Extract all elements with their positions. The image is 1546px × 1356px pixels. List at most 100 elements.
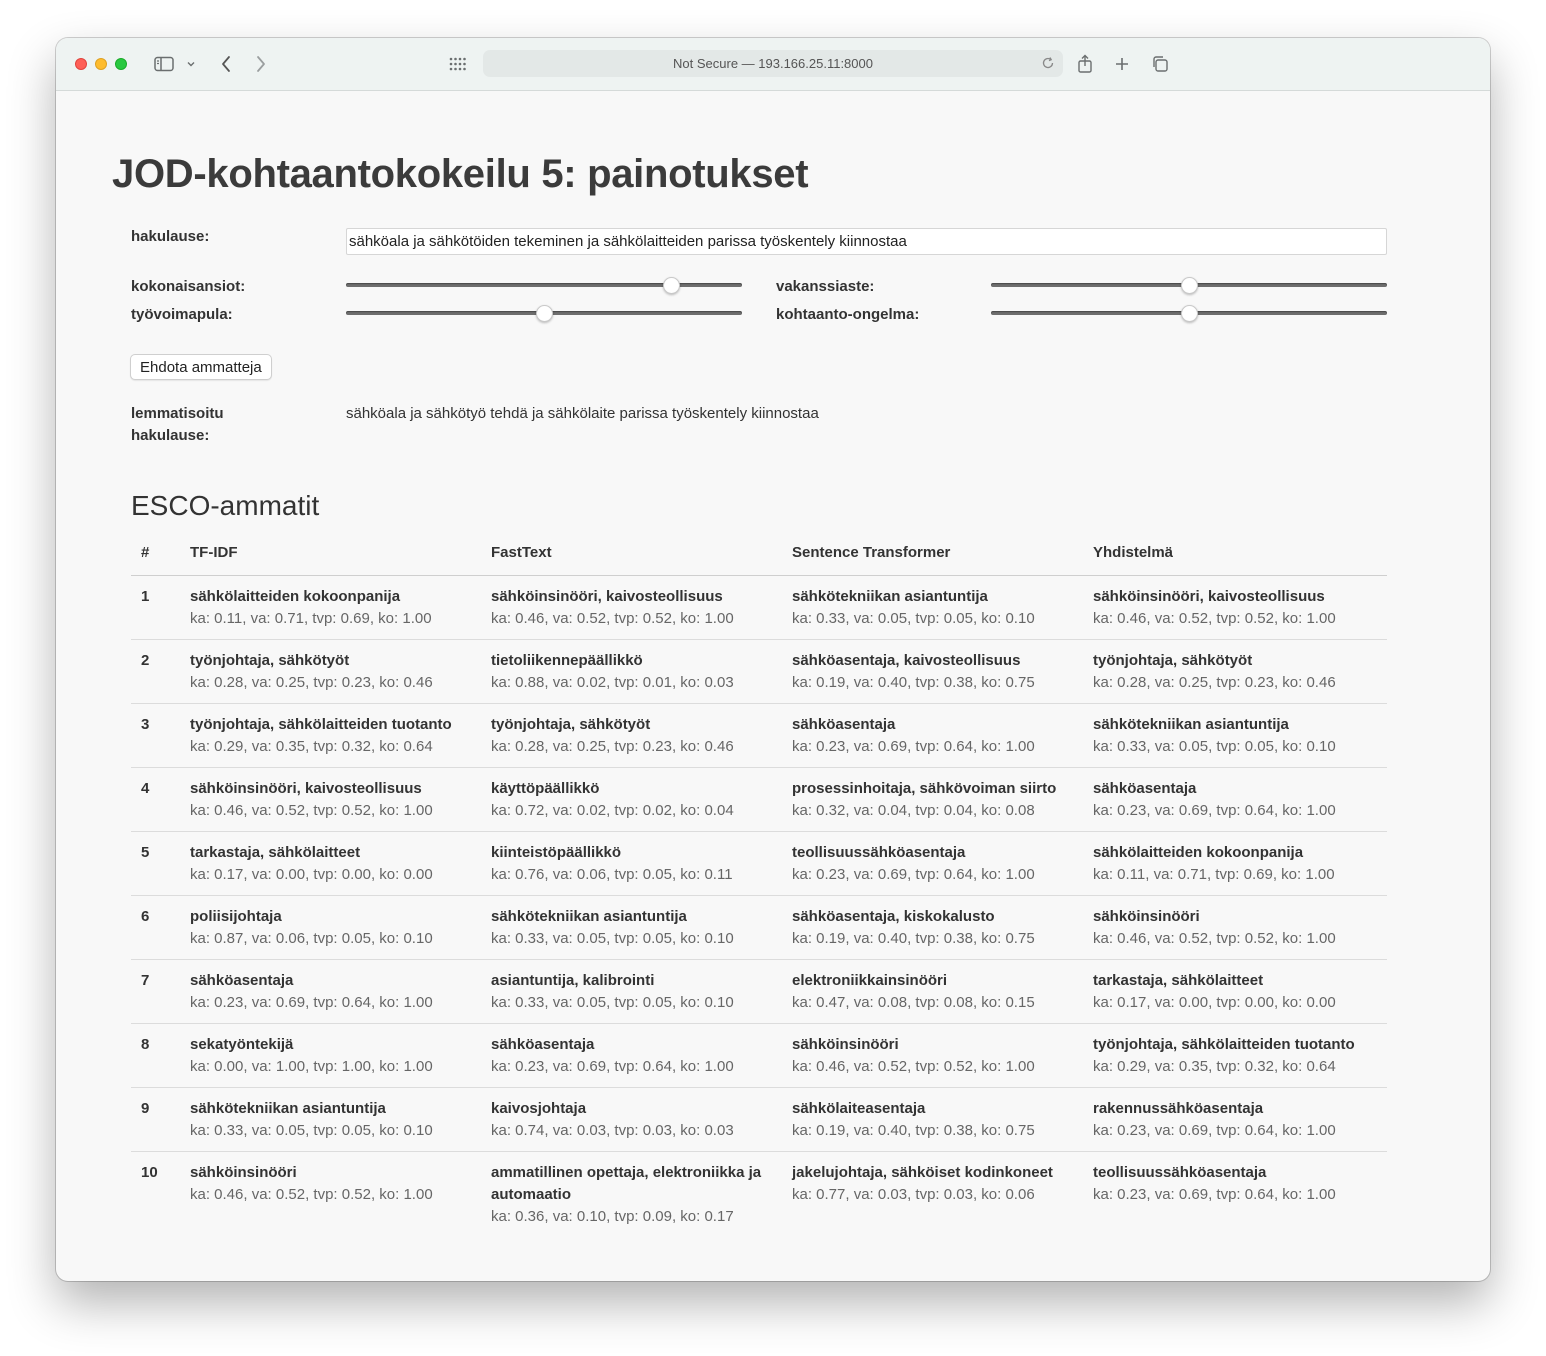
cell-tfidf: sähkölaitteiden kokoonpanija ka: 0.11, va… xyxy=(190,575,491,640)
cell-tfidf: sähköinsinööri ka: 0.46, va: 0.52, tvp: 0… xyxy=(190,1151,491,1237)
occupation-name: sähkölaitteiden kokoonpanija xyxy=(1093,843,1304,861)
table-row: 7 sähköasentaja ka: 0.23, va: 0.69, tvp: 0… xyxy=(131,959,1387,1024)
slider-tyovoimapula[interactable] xyxy=(346,304,742,324)
occupation-scores: ka: 0.46, va: 0.52, tvp: 0.52, ko: 1.00 xyxy=(491,609,734,627)
browser-toolbar: Not Secure — 193.166.25.11:8000 xyxy=(56,38,1490,91)
browser-window: Not Secure — 193.166.25.11:8000 JOD-koht… xyxy=(56,38,1490,1281)
cell-sentence-transformer: prosessinhoitaja, sähkövoiman siirto ka: … xyxy=(792,767,1093,832)
share-icon[interactable] xyxy=(1075,52,1095,76)
occupation-name: käyttöpäällikkö xyxy=(491,779,600,797)
occupation-name: sähköasentaja xyxy=(491,1035,595,1053)
occupation-scores: ka: 0.33, va: 0.05, tvp: 0.05, ko: 0.10 xyxy=(190,1121,433,1139)
cell-yhdistelma: tarkastaja, sähkölaitteet ka: 0.17, va: 0… xyxy=(1093,959,1387,1024)
occupation-name: sähkötekniikan asiantuntija xyxy=(792,587,988,605)
occupation-name: tarkastaja, sähkölaitteet xyxy=(190,843,361,861)
cell-sentence-transformer: sähköasentaja, kiskokalusto ka: 0.19, va:… xyxy=(792,895,1093,960)
occupation-name: sähkölaitteiden kokoonpanija xyxy=(190,587,401,605)
slider-track[interactable] xyxy=(346,283,742,287)
occupation-name: teollisuussähköasentaja xyxy=(792,843,966,861)
occupation-scores: ka: 0.47, va: 0.08, tvp: 0.08, ko: 0.15 xyxy=(792,993,1035,1011)
cell-sentence-transformer: sähköinsinööri ka: 0.46, va: 0.52, tvp: 0… xyxy=(792,1023,1093,1088)
occupation-name: prosessinhoitaja, sähkövoiman siirto xyxy=(792,779,1057,797)
table-row: 1 sähkölaitteiden kokoonpanija ka: 0.11, v… xyxy=(131,575,1387,640)
occupation-scores: ka: 0.17, va: 0.00, tvp: 0.00, ko: 0.00 xyxy=(1093,993,1336,1011)
occupation-name: sähköinsinööri xyxy=(792,1035,899,1053)
slider-kohtaanto-ongelma[interactable] xyxy=(991,304,1387,324)
reload-icon[interactable] xyxy=(1041,56,1055,73)
slider-label-tyovoimapula: työvoimapula: xyxy=(131,306,233,323)
occupation-name: ammatillinen opettaja, elektroniikka ja … xyxy=(491,1163,762,1203)
cell-yhdistelma: työnjohtaja, sähkölaitteiden tuotanto ka:… xyxy=(1093,1023,1387,1088)
cell-yhdistelma: sähkötekniikan asiantuntija ka: 0.33, va:… xyxy=(1093,703,1387,768)
page-title: JOD-kohtaantokokeilu 5: painotukset xyxy=(112,152,809,196)
occupation-scores: ka: 0.33, va: 0.05, tvp: 0.05, ko: 0.10 xyxy=(1093,737,1336,755)
chevron-down-icon[interactable] xyxy=(185,52,197,76)
occupation-scores: ka: 0.11, va: 0.71, tvp: 0.69, ko: 1.00 xyxy=(1093,865,1335,883)
occupation-scores: ka: 0.46, va: 0.52, tvp: 0.52, ko: 1.00 xyxy=(190,1185,433,1203)
occupation-name: sähköinsinööri xyxy=(190,1163,297,1181)
table-row: 3 työnjohtaja, sähkölaitteiden tuotanto ka… xyxy=(131,703,1387,768)
close-window-button[interactable] xyxy=(75,58,87,70)
tab-overview-grid-icon[interactable] xyxy=(448,52,468,76)
occupation-scores: ka: 0.23, va: 0.69, tvp: 0.64, ko: 1.00 xyxy=(1093,1185,1336,1203)
occupation-name: sekatyöntekijä xyxy=(190,1035,294,1053)
address-bar[interactable]: Not Secure — 193.166.25.11:8000 xyxy=(483,50,1063,77)
header-rank: # xyxy=(131,538,190,576)
cell-tfidf: työnjohtaja, sähkötyöt ka: 0.28, va: 0.25… xyxy=(190,639,491,704)
forward-arrow-icon[interactable] xyxy=(251,52,271,76)
occupation-scores: ka: 0.46, va: 0.52, tvp: 0.52, ko: 1.00 xyxy=(1093,929,1336,947)
cell-tfidf: sähköinsinööri, kaivosteollisuus ka: 0.46… xyxy=(190,767,491,832)
tabs-copy-icon[interactable] xyxy=(1149,52,1171,76)
occupation-name: työnjohtaja, sähkölaitteiden tuotanto xyxy=(1093,1035,1355,1053)
table-row: 5 tarkastaja, sähkölaitteet ka: 0.17, va: … xyxy=(131,831,1387,896)
cell-yhdistelma: sähkölaitteiden kokoonpanija ka: 0.11, va… xyxy=(1093,831,1387,896)
occupation-name: sähkötekniikan asiantuntija xyxy=(190,1099,386,1117)
occupation-name: elektroniikkainsinööri xyxy=(792,971,948,989)
cell-fasttext: sähkötekniikan asiantuntija ka: 0.33, va:… xyxy=(491,895,792,960)
sidebar-toggle-icon[interactable] xyxy=(153,52,175,76)
minimize-window-button[interactable] xyxy=(95,58,107,70)
table-row: 8 sekatyöntekijä ka: 0.00, va: 1.00, tvp: … xyxy=(131,1023,1387,1088)
cell-fasttext: työnjohtaja, sähkötyöt ka: 0.28, va: 0.25… xyxy=(491,703,792,768)
occupation-scores: ka: 0.72, va: 0.02, tvp: 0.02, ko: 0.04 xyxy=(491,801,734,819)
cell-sentence-transformer: teollisuussähköasentaja ka: 0.23, va: 0.6… xyxy=(792,831,1093,896)
occupation-scores: ka: 0.29, va: 0.35, tvp: 0.32, ko: 0.64 xyxy=(190,737,433,755)
zoom-window-button[interactable] xyxy=(115,58,127,70)
back-arrow-icon[interactable] xyxy=(216,52,236,76)
occupation-scores: ka: 0.00, va: 1.00, tvp: 1.00, ko: 1.00 xyxy=(190,1057,433,1075)
occupation-scores: ka: 0.29, va: 0.35, tvp: 0.32, ko: 0.64 xyxy=(1093,1057,1336,1075)
lemmatized-label-line1: lemmatisoitu xyxy=(131,405,224,422)
slider-thumb[interactable] xyxy=(662,277,680,294)
occupation-name: sähköasentaja, kaivosteollisuus xyxy=(792,651,1021,669)
cell-sentence-transformer: sähkölaiteasentaja ka: 0.19, va: 0.40, tv… xyxy=(792,1087,1093,1152)
results-body: 1 sähkölaitteiden kokoonpanija ka: 0.11, v… xyxy=(131,575,1387,1237)
row-rank: 2 xyxy=(131,639,190,704)
table-row: 2 työnjohtaja, sähkötyöt ka: 0.28, va: 0.2… xyxy=(131,639,1387,704)
query-input[interactable] xyxy=(346,228,1387,255)
occupation-scores: ka: 0.74, va: 0.03, tvp: 0.03, ko: 0.03 xyxy=(491,1121,734,1139)
slider-vakanssiaste[interactable] xyxy=(991,276,1387,296)
slider-thumb[interactable] xyxy=(536,305,553,322)
cell-yhdistelma: teollisuussähköasentaja ka: 0.23, va: 0.6… xyxy=(1093,1151,1387,1237)
suggest-occupations-button[interactable]: Ehdota ammatteja xyxy=(130,354,272,380)
occupation-scores: ka: 0.33, va: 0.05, tvp: 0.05, ko: 0.10 xyxy=(792,609,1035,627)
page-content: JOD-kohtaantokokeilu 5: painotukset haku… xyxy=(56,92,1490,1281)
occupation-name: kiinteistöpäällikkö xyxy=(491,843,622,861)
occupation-scores: ka: 0.46, va: 0.52, tvp: 0.52, ko: 1.00 xyxy=(792,1057,1035,1075)
slider-thumb[interactable] xyxy=(1181,305,1198,322)
cell-sentence-transformer: sähköasentaja ka: 0.23, va: 0.69, tvp: 0.… xyxy=(792,703,1093,768)
occupation-scores: ka: 0.23, va: 0.69, tvp: 0.64, ko: 1.00 xyxy=(792,865,1035,883)
occupation-scores: ka: 0.19, va: 0.40, tvp: 0.38, ko: 0.75 xyxy=(792,1121,1035,1139)
row-rank: 3 xyxy=(131,703,190,768)
new-tab-plus-icon[interactable] xyxy=(1112,52,1132,76)
slider-kokonaisansiot[interactable] xyxy=(346,276,742,296)
cell-yhdistelma: työnjohtaja, sähkötyöt ka: 0.28, va: 0.25… xyxy=(1093,639,1387,704)
occupation-scores: ka: 0.36, va: 0.10, tvp: 0.09, ko: 0.17 xyxy=(491,1207,734,1225)
cell-sentence-transformer: sähkötekniikan asiantuntija ka: 0.33, va:… xyxy=(792,575,1093,640)
cell-tfidf: poliisijohtaja ka: 0.87, va: 0.06, tvp: 0… xyxy=(190,895,491,960)
slider-label-kohtaanto-ongelma: kohtaanto-ongelma: xyxy=(776,306,920,323)
slider-thumb[interactable] xyxy=(1181,277,1198,294)
cell-fasttext: ammatillinen opettaja, elektroniikka ja … xyxy=(491,1151,792,1237)
occupation-scores: ka: 0.17, va: 0.00, tvp: 0.00, ko: 0.00 xyxy=(190,865,433,883)
occupation-name: työnjohtaja, sähkötyöt xyxy=(491,715,651,733)
